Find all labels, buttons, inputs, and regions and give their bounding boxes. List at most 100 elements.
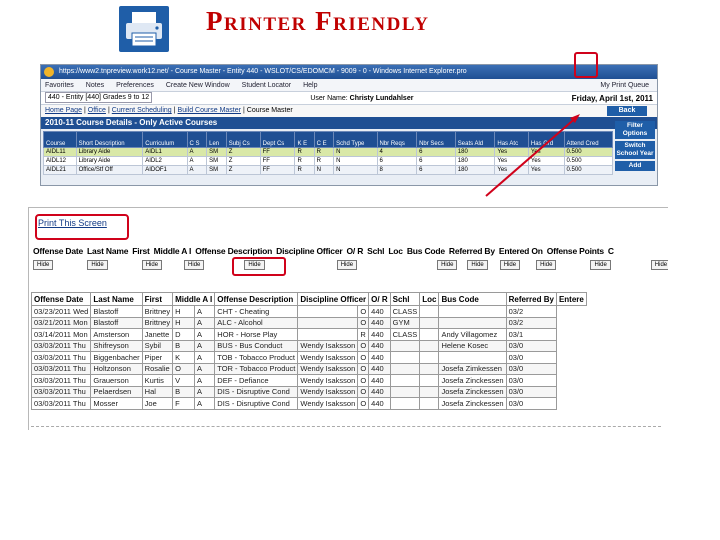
table-cell: R (313, 147, 335, 157)
column-header[interactable]: Last Name (90, 292, 143, 306)
table-cell: Amsterson (90, 328, 143, 341)
table-row[interactable]: 03/03/2011 Thu Biggenbacher Piper K A TOB - T… (30, 351, 587, 364)
print-queue-link[interactable]: My Print Queue (600, 79, 649, 91)
table-cell: AIDL11 (43, 147, 77, 157)
table-cell: GYM (389, 316, 421, 329)
table-cell: 03/03/2011 Thu (30, 397, 92, 410)
table-row[interactable]: 03/23/2011 Wed Blastoff Brittney H A CHT - Ch… (30, 305, 587, 318)
filter-highlight (232, 257, 286, 276)
hide-button[interactable]: Hide (650, 260, 668, 270)
column-header[interactable]: Len (206, 131, 227, 148)
table-cell: 03/03/2011 Thu (30, 339, 92, 352)
column-header[interactable]: Nbr Secs (416, 131, 456, 148)
hide-button[interactable]: Hide (536, 260, 557, 270)
column-header[interactable]: Nbr Reqs (376, 131, 418, 148)
toolbar-favorites[interactable]: Favorites (45, 79, 74, 91)
filter-column-label: C (607, 246, 614, 256)
hide-button[interactable]: Hide (467, 260, 488, 270)
column-header[interactable]: Discipline Officer (297, 292, 370, 306)
table-row[interactable]: 03/14/2011 Mon Amsterson Janette D A HOR - Ho… (30, 328, 587, 341)
table-cell (389, 385, 421, 398)
column-header[interactable]: O/ R (368, 292, 391, 306)
table-row[interactable]: 03/03/2011 Thu Holtzonson Rosalie O A TOR - T… (30, 362, 587, 375)
column-header[interactable]: Entere (555, 292, 587, 306)
add-button[interactable]: Add (615, 161, 655, 171)
hide-button[interactable]: Hide (437, 260, 458, 270)
column-header[interactable]: K E (294, 131, 315, 148)
column-header[interactable]: C E (313, 131, 335, 148)
hide-button[interactable]: Hide (141, 260, 163, 270)
table-cell: 03/03/2011 Thu (30, 374, 92, 387)
table-cell: FF (259, 165, 296, 175)
column-header[interactable]: Schl (389, 292, 421, 306)
column-header[interactable]: Subj Cs (225, 131, 261, 148)
table-cell: N (313, 165, 335, 175)
table-cell: H (172, 316, 196, 329)
breadcrumb-build[interactable]: Build Course Master (178, 105, 241, 117)
breadcrumb-scheduling[interactable]: Current Scheduling (112, 105, 172, 117)
switch-school-year-button[interactable]: Switch School Year (615, 141, 655, 159)
column-header[interactable]: Schd Type (333, 131, 378, 148)
table-cell: 03/1 (505, 328, 557, 341)
print-this-screen-link[interactable]: Print This Screen (38, 218, 107, 228)
table-cell: Grauerson (90, 374, 143, 387)
toolbar-notes[interactable]: Notes (86, 79, 104, 91)
column-header[interactable]: Dept Cs (259, 131, 296, 148)
table-cell: R (294, 147, 315, 157)
table-cell (389, 397, 421, 410)
column-header[interactable]: C S (186, 131, 208, 148)
table-cell: Wendy Isaksson (297, 351, 359, 364)
hide-button[interactable]: Hide (499, 260, 521, 270)
table-cell: SM (206, 156, 227, 166)
table-cell: 440 (368, 374, 391, 387)
table-cell: N (333, 147, 378, 157)
toolbar-new-window[interactable]: Create New Window (166, 79, 230, 91)
column-header[interactable]: Offense Description (214, 292, 299, 306)
table-cell: 03/03/2011 Thu (30, 362, 92, 375)
table-cell: 6 (416, 156, 456, 166)
table-cell: H (172, 305, 196, 318)
column-header[interactable]: Curriculum (142, 131, 188, 148)
filter-column-label: Last Name (87, 246, 129, 256)
table-cell: A (194, 397, 216, 410)
column-header[interactable]: Offense Date (30, 292, 92, 306)
table-cell: AIDL1 (142, 147, 188, 157)
hide-button[interactable]: Hide (336, 260, 358, 270)
table-row[interactable]: 03/03/2011 Thu Pelaerdsen Hal B A DIS - Disru… (30, 385, 587, 398)
table-cell (419, 374, 440, 387)
toolbar-student-locator[interactable]: Student Locator (242, 79, 291, 91)
table-cell: 440 (368, 305, 391, 318)
table-cell: CLASS (389, 328, 421, 341)
table-row[interactable]: 03/03/2011 Thu Grauerson Kurtis V A DEF - Def… (30, 374, 587, 387)
column-header[interactable]: Referred By (505, 292, 557, 306)
hide-button[interactable]: Hide (184, 260, 205, 270)
breadcrumb-home[interactable]: Home Page (45, 105, 82, 117)
course-details-title: 2010-11 Course Details - Only Active Cou… (45, 118, 218, 127)
table-cell (389, 374, 421, 387)
table-cell: 03/2 (505, 316, 557, 329)
toolbar-help[interactable]: Help (303, 79, 317, 91)
table-cell: AIDOF1 (142, 165, 188, 175)
hide-button[interactable]: Hide (33, 260, 54, 270)
column-header[interactable]: Loc (419, 292, 440, 306)
entity-select[interactable]: 440 - Entity [440] Grades 9 to 12 (45, 92, 153, 103)
back-button[interactable]: Back (607, 106, 647, 116)
breadcrumb-office[interactable]: Office (88, 105, 106, 117)
column-header[interactable]: Course (43, 131, 77, 148)
column-header[interactable]: Middle A I (172, 292, 216, 306)
table-row[interactable]: 03/03/2011 Thu Mosser Joe F A DIS - Disruptiv… (30, 397, 587, 410)
toolbar-preferences[interactable]: Preferences (116, 79, 154, 91)
table-cell: A (194, 351, 216, 364)
table-cell (297, 305, 359, 318)
table-row[interactable]: 03/21/2011 Mon Blastoff Brittney H A ALC - Al… (30, 316, 587, 329)
table-cell: AIDL12 (43, 156, 77, 166)
column-header[interactable]: Bus Code (438, 292, 507, 306)
table-cell: 03/0 (505, 362, 557, 375)
table-row[interactable]: 03/03/2011 Thu Shifreyson Sybil B A BUS - Bus… (30, 339, 587, 352)
hide-button[interactable]: Hide (590, 260, 611, 270)
hide-button[interactable]: Hide (87, 260, 108, 270)
column-header[interactable]: First (141, 292, 174, 306)
column-header[interactable]: Short Description (75, 131, 144, 148)
table-cell: A (186, 165, 208, 175)
filter-options-button[interactable]: Filter Options (615, 121, 655, 139)
